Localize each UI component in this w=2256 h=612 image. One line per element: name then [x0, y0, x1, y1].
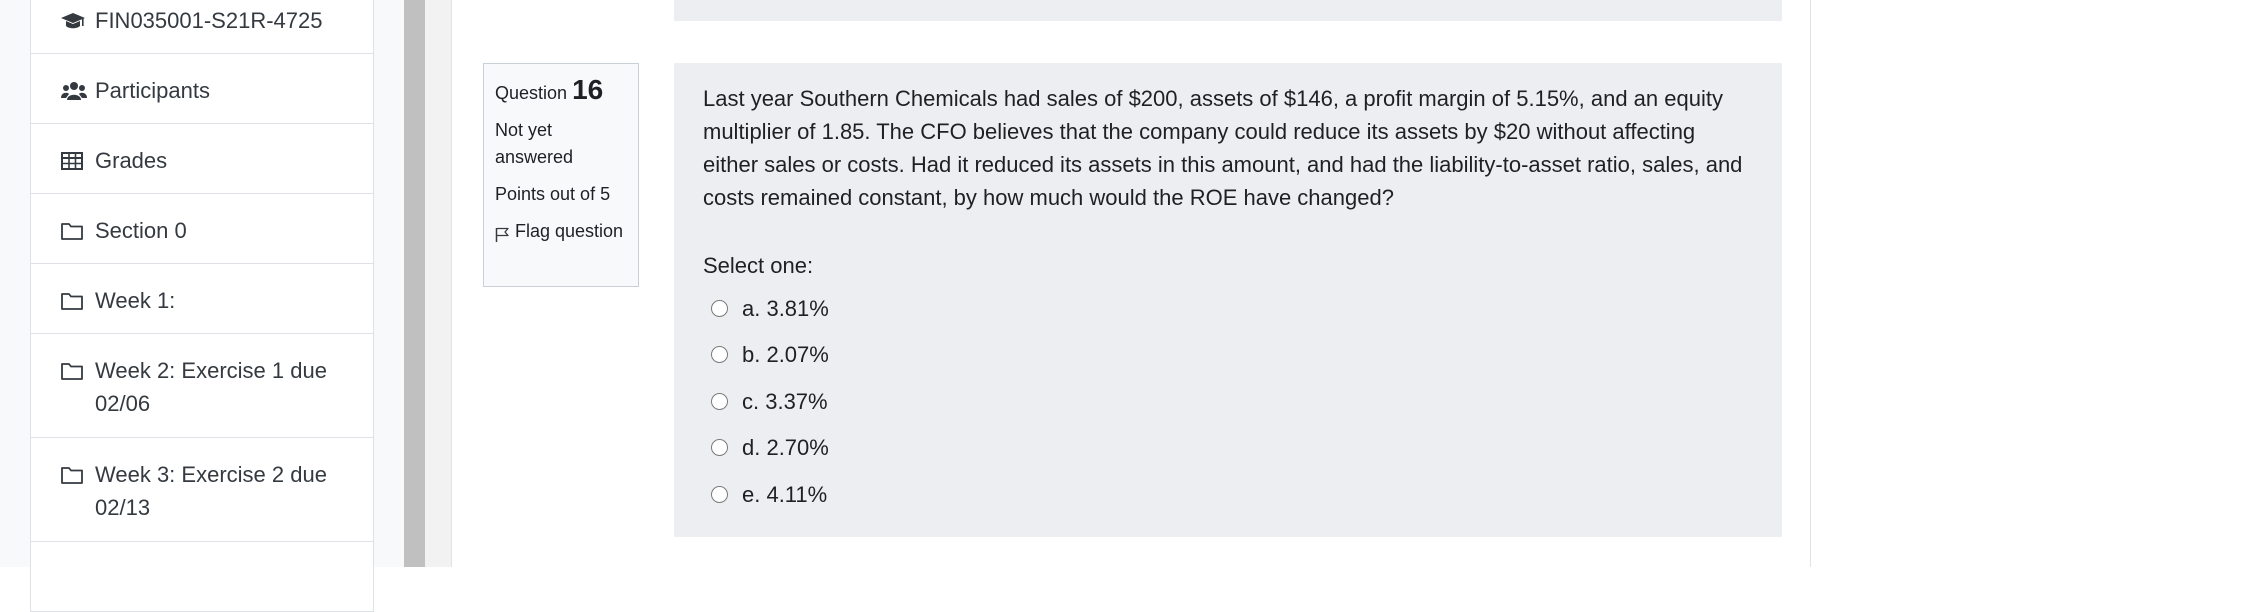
folder-icon — [61, 458, 95, 491]
sidebar-item-label: Grades — [95, 148, 168, 173]
radio-button[interactable] — [711, 485, 728, 503]
course-navigation-drawer: FIN035001-S21R-4725 Participants Grades … — [0, 0, 404, 612]
answer-option-label[interactable]: d. 2.70% — [742, 434, 829, 461]
sidebar-item-participants[interactable]: Participants — [31, 54, 373, 124]
flag-question-label: Flag question — [515, 221, 624, 241]
graduation-cap-icon — [61, 4, 95, 37]
folder-icon — [61, 214, 95, 247]
sidebar-item-label: Participants — [95, 78, 210, 103]
answer-option-label[interactable]: a. 3.81% — [742, 295, 829, 322]
answer-option-e[interactable]: e. 4.11% — [703, 471, 1753, 518]
sidebar-item-section-0[interactable]: Section 0 — [31, 194, 373, 264]
question-formulation: Last year Southern Chemicals had sales o… — [674, 63, 1782, 537]
select-one-prompt: Select one: — [703, 253, 814, 278]
answer-option-label[interactable]: e. 4.11% — [742, 481, 827, 508]
folder-icon — [61, 284, 95, 317]
quiz-page: Question 16 Not yet answered Points out … — [451, 0, 1811, 567]
sidebar-item-grades[interactable]: Grades — [31, 124, 373, 194]
page-gutter — [425, 0, 451, 567]
sidebar-item-label: FIN035001-S21R-4725 — [95, 8, 323, 33]
flag-icon — [495, 218, 515, 251]
radio-button[interactable] — [711, 392, 728, 410]
radio-button[interactable] — [711, 346, 728, 364]
sidebar-item-course[interactable]: FIN035001-S21R-4725 — [31, 0, 373, 54]
question-state: Not yet answered — [495, 120, 574, 167]
answer-option-b[interactable]: b. 2.07% — [703, 332, 1753, 379]
flag-question-button[interactable]: Flag question — [495, 218, 627, 251]
answer-option-a[interactable]: a. 3.81% — [703, 285, 1753, 332]
course-nav-list: FIN035001-S21R-4725 Participants Grades … — [30, 0, 374, 612]
folder-icon — [61, 354, 95, 387]
sidebar-item-label: Week 3: Exercise 2 due 02/13 — [95, 462, 327, 520]
question-grade: Points out of 5 — [495, 184, 611, 204]
users-icon — [61, 74, 95, 107]
question-text: Last year Southern Chemicals had sales o… — [703, 86, 1743, 210]
previous-question-formulation — [674, 0, 1782, 21]
sidebar-item-week-3[interactable]: Week 3: Exercise 2 due 02/13 — [31, 438, 373, 542]
answer-option-c[interactable]: c. 3.37% — [703, 378, 1753, 425]
answer-option-d[interactable]: d. 2.70% — [703, 425, 1753, 472]
question-info: Question 16 Not yet answered Points out … — [483, 63, 639, 287]
sidebar-item-label: Section 0 — [95, 218, 187, 243]
answer-option-label[interactable]: b. 2.07% — [742, 341, 829, 368]
sidebar-item-label: Week 2: Exercise 1 due 02/06 — [95, 358, 327, 416]
sidebar-item-week-1[interactable]: Week 1: — [31, 264, 373, 334]
sidebar-item-label: Week 1: — [95, 288, 176, 313]
sidebar-item-week-2[interactable]: Week 2: Exercise 1 due 02/06 — [31, 334, 373, 438]
radio-button[interactable] — [711, 299, 728, 317]
question-number-value: 16 — [572, 74, 604, 105]
sidebar-item-next[interactable] — [31, 542, 373, 612]
question-number: Question 16 — [495, 72, 627, 111]
answer-option-label[interactable]: c. 3.37% — [742, 388, 828, 415]
drawer-scrollbar[interactable] — [404, 0, 425, 567]
table-icon — [61, 144, 95, 177]
question-number-prefix: Question — [495, 83, 568, 103]
radio-button[interactable] — [711, 439, 728, 457]
answer-options: a. 3.81% b. 2.07% c. 3.37% d. 2.70% e. 4… — [703, 285, 1753, 518]
